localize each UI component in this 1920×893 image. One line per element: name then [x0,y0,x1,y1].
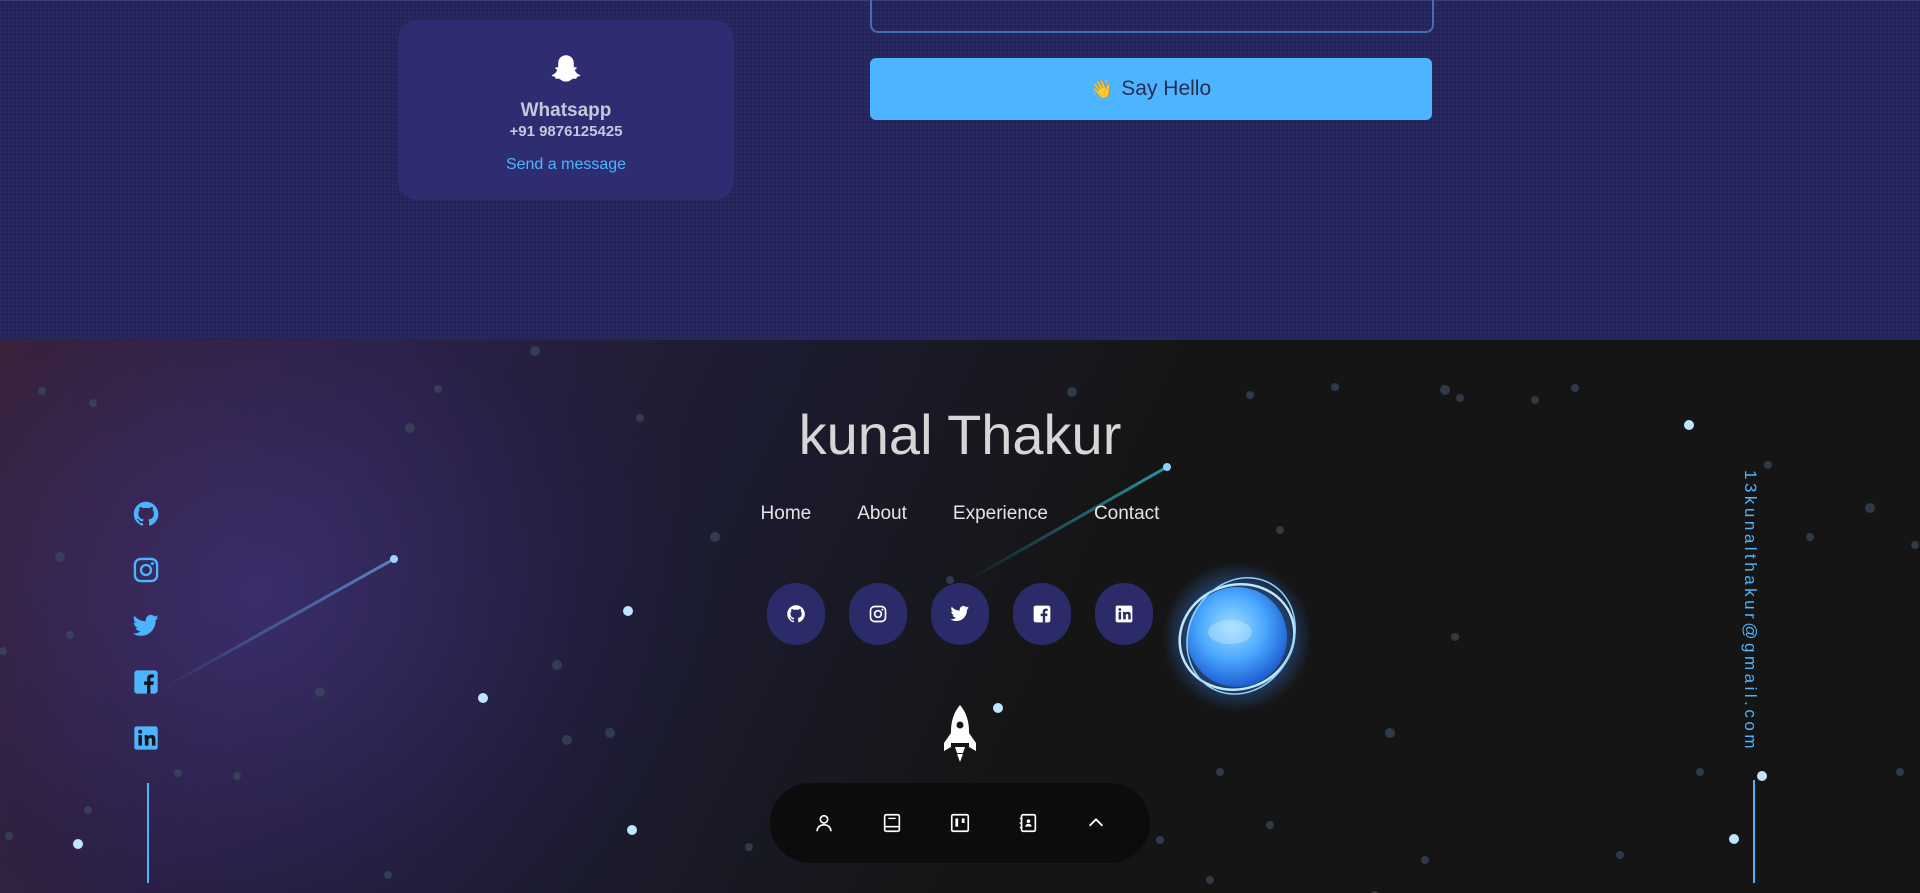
left-decorative-line [147,783,149,883]
card-title: Whatsapp [520,100,612,121]
nav-contact-link[interactable]: Contact [1094,503,1159,525]
whatsapp-card: Whatsapp +91 9876125425 Send a message [398,20,734,200]
instagram-icon[interactable] [132,556,160,584]
contact-section: Whatsapp +91 9876125425 Send a message 👋… [0,0,1920,341]
linkedin-icon[interactable] [132,724,160,752]
dock-experience-button[interactable] [876,807,908,839]
rocket-icon[interactable] [942,705,978,763]
floating-nav-dock [770,783,1150,863]
facebook-icon [1033,605,1051,623]
send-message-link[interactable]: Send a message [398,156,734,174]
dock-projects-button[interactable] [944,807,976,839]
github-button[interactable] [767,583,825,645]
dock-contact-button[interactable] [1012,807,1044,839]
facebook-button[interactable] [1013,583,1071,645]
user-icon [816,814,832,832]
footer-name: kunal Thakur [798,403,1122,466]
linkedin-icon [1115,605,1133,623]
nav-home-link[interactable]: Home [761,503,812,525]
left-social-links [132,500,160,752]
email-link[interactable]: 13kunalthakur@gmail.com [1740,470,1760,752]
message-textarea[interactable] [870,0,1434,33]
snapchat-ghost-icon [551,55,581,82]
instagram-icon [869,605,887,623]
phone-number: +91 9876125425 [509,123,623,140]
dock-about-button[interactable] [808,807,840,839]
contact-book-icon [1019,813,1037,833]
github-icon [787,605,805,623]
board-icon [950,813,970,833]
facebook-icon[interactable] [132,668,160,696]
waving-hand-icon: 👋 [1090,78,1114,99]
nav-about-link[interactable]: About [857,503,907,525]
footer-nav: Home About Experience Contact [0,503,1920,525]
twitter-icon[interactable] [132,612,160,640]
book-icon [883,813,901,833]
instagram-button[interactable] [849,583,907,645]
dock-scroll-top-button[interactable] [1080,807,1112,839]
twitter-icon [950,606,970,621]
footer-social-row [767,583,1153,645]
glowing-planet-image [1162,562,1312,712]
nav-experience-link[interactable]: Experience [953,503,1048,525]
say-hello-button[interactable]: 👋 Say Hello [870,58,1432,120]
chevron-up-icon [1088,818,1104,827]
linkedin-button[interactable] [1095,583,1153,645]
right-decorative-line [1753,780,1755,883]
twitter-button[interactable] [931,583,989,645]
footer: kunal Thakur Home About Experience Conta… [0,340,1920,893]
say-hello-label: Say Hello [1121,77,1212,100]
